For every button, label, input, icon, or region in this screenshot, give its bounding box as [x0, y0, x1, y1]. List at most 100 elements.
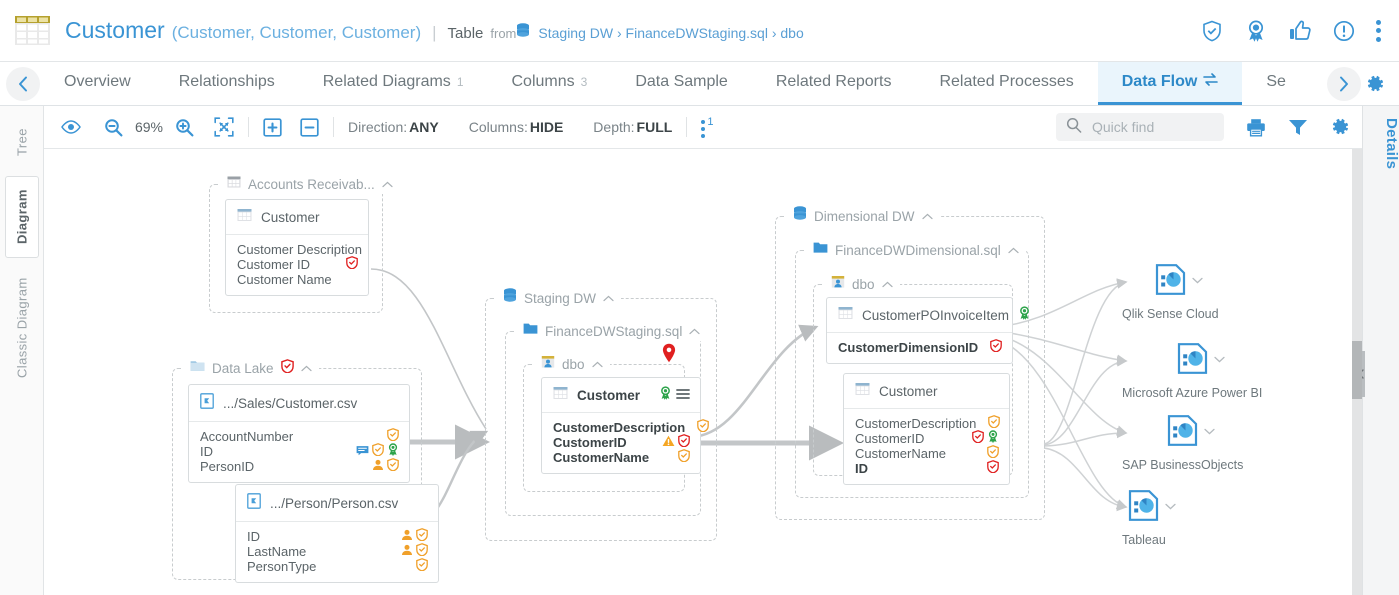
group-header[interactable]: FinanceDWDimensional.sql — [806, 240, 1026, 260]
chevron-down-icon[interactable] — [1192, 271, 1203, 289]
group-header[interactable]: Dimensional DW — [786, 206, 940, 226]
node-staging-customer[interactable]: Customer — [541, 377, 701, 474]
group-data-lake[interactable]: Data Lake .../Sales/Cus — [172, 368, 422, 580]
chevron-up-icon[interactable] — [922, 207, 933, 225]
tab-related-processes[interactable]: Related Processes — [915, 62, 1097, 105]
group-dimensional-dw-file[interactable]: FinanceDWDimensional.sql — [795, 250, 1029, 498]
chevron-down-icon[interactable] — [1214, 350, 1225, 368]
chevron-up-icon[interactable] — [603, 289, 614, 307]
node-customer-po-invoice-item[interactable]: CustomerPOInvoiceItem — [826, 297, 1013, 364]
chevron-up-icon[interactable] — [1008, 241, 1019, 259]
column-row[interactable]: PersonID — [200, 459, 399, 474]
depth-setting[interactable]: Depth:FULL — [593, 119, 672, 135]
tab-relationships[interactable]: Relationships — [155, 62, 299, 105]
toolbar-overflow-button[interactable]: 1 — [701, 117, 713, 138]
report-tableau[interactable]: Tableau — [1122, 489, 1166, 547]
group-staging-dw[interactable]: Staging DW FinanceDWStaging.sql — [485, 298, 717, 541]
chevron-up-icon[interactable] — [882, 275, 893, 293]
quick-find-box[interactable] — [1056, 113, 1224, 141]
node-header[interactable]: .../Person/Person.csv — [236, 485, 438, 522]
node-title: Customer — [577, 388, 640, 403]
view-tab-diagram[interactable]: Diagram — [5, 176, 39, 258]
node-columns: ID LastName — [236, 522, 438, 582]
tab-columns[interactable]: Columns 3 — [488, 62, 612, 105]
warning-circle-icon[interactable] — [1332, 19, 1356, 43]
report-sap-businessobjects[interactable]: SAP BusinessObjects — [1122, 414, 1243, 472]
breadcrumb[interactable]: Staging DW › FinanceDWStaging.sql › dbo — [538, 25, 803, 41]
canvas-scrollbar-thumb[interactable] — [1352, 341, 1362, 399]
chevron-up-icon[interactable] — [382, 175, 393, 193]
report-qlik-sense-cloud[interactable]: Qlik Sense Cloud — [1122, 263, 1219, 321]
column-row[interactable]: CustomerName — [553, 450, 690, 465]
view-tab-tree[interactable]: Tree — [5, 114, 39, 170]
page-settings-button[interactable] — [1361, 74, 1399, 94]
search-input[interactable] — [1090, 118, 1210, 136]
chevron-down-icon[interactable] — [1204, 422, 1215, 440]
group-header[interactable]: dbo — [824, 274, 900, 294]
tabs-scroll-right-button[interactable] — [1327, 67, 1361, 101]
expand-plus-icon[interactable] — [263, 118, 282, 137]
more-vertical-icon[interactable] — [1376, 20, 1381, 42]
report-label: Microsoft Azure Power BI — [1122, 386, 1262, 400]
group-staging-dw-schema[interactable]: dbo — [523, 364, 685, 492]
group-header[interactable]: FinanceDWStaging.sql — [516, 321, 707, 341]
zoom-out-icon[interactable] — [104, 118, 123, 137]
tab-data-sample[interactable]: Data Sample — [611, 62, 752, 105]
report-microsoft-azure-power-bi[interactable]: Microsoft Azure Power BI — [1122, 342, 1262, 400]
gear-icon[interactable] — [1330, 117, 1350, 137]
endorsement-award-icon[interactable] — [1244, 19, 1268, 43]
details-rail: Details — [1362, 106, 1399, 595]
column-row[interactable]: Customer Name — [237, 272, 358, 287]
chevron-up-icon[interactable] — [592, 355, 603, 373]
node-ar-customer[interactable]: Customer Customer Description Customer I… — [225, 199, 369, 296]
column-row[interactable]: PersonType — [247, 559, 428, 574]
group-header[interactable]: Accounts Receivab... — [220, 174, 400, 194]
tab-overview[interactable]: Overview — [40, 62, 155, 105]
node-dim-customer[interactable]: Customer CustomerDescription — [843, 373, 1010, 485]
canvas-vertical-scrollbar[interactable] — [1352, 149, 1362, 595]
tab-related-reports[interactable]: Related Reports — [752, 62, 916, 105]
details-panel-toggle[interactable]: Details — [1363, 118, 1399, 169]
group-dimensional-dw[interactable]: Dimensional DW FinanceDWDimensional.sql — [775, 216, 1045, 520]
print-icon[interactable] — [1246, 118, 1266, 137]
node-header[interactable]: Customer — [844, 374, 1009, 409]
column-row[interactable]: CustomerDimensionID — [838, 340, 1002, 355]
filter-icon[interactable] — [1288, 118, 1308, 136]
list-icon[interactable] — [676, 387, 690, 405]
diagram-canvas[interactable]: Accounts Receivab... Customer — [44, 149, 1362, 595]
node-header[interactable]: Customer — [226, 200, 368, 235]
node-header[interactable]: .../Sales/Customer.csv — [189, 385, 409, 422]
collapse-minus-icon[interactable] — [300, 118, 319, 137]
tab-data-flow[interactable]: Data Flow — [1098, 62, 1243, 105]
zoom-in-icon[interactable] — [175, 118, 194, 137]
fit-to-screen-icon[interactable] — [214, 117, 234, 137]
direction-setting[interactable]: Direction:ANY — [348, 119, 439, 135]
tab-related-diagrams[interactable]: Related Diagrams 1 — [299, 62, 488, 105]
eye-icon[interactable] — [60, 119, 82, 135]
report-pie-icon — [1127, 489, 1160, 527]
group-staging-dw-file[interactable]: FinanceDWStaging.sql — [505, 331, 701, 516]
certify-shield-icon[interactable] — [1200, 19, 1224, 43]
tab-security-clipped[interactable]: Se — [1242, 62, 1286, 105]
chevron-up-icon[interactable] — [301, 359, 312, 377]
column-row[interactable]: LastName — [247, 544, 428, 559]
group-header[interactable]: dbo — [534, 354, 610, 374]
column-row[interactable]: ID — [855, 461, 999, 476]
thumbs-up-icon[interactable] — [1288, 19, 1312, 43]
column-row[interactable]: Customer ID — [237, 257, 358, 272]
group-header[interactable]: Data Lake — [183, 358, 319, 378]
tab-count: 1 — [457, 75, 464, 89]
columns-setting[interactable]: Columns:HIDE — [469, 119, 564, 135]
group-header[interactable]: Staging DW — [496, 288, 621, 308]
node-header[interactable]: Customer — [542, 378, 700, 413]
group-accounts-receivable[interactable]: Accounts Receivab... Customer — [209, 184, 383, 313]
tabs-scroll-left-button[interactable] — [6, 67, 40, 101]
node-person-person-csv[interactable]: .../Person/Person.csv ID — [235, 484, 439, 583]
report-pie-icon — [1154, 263, 1187, 301]
node-header[interactable]: CustomerPOInvoiceItem — [827, 298, 1012, 333]
chevron-down-icon[interactable] — [1165, 497, 1176, 515]
node-sales-customer-csv[interactable]: .../Sales/Customer.csv AccountNumber ID — [188, 384, 410, 483]
group-dimensional-dw-schema[interactable]: dbo — [813, 284, 1013, 476]
view-tab-classic-diagram[interactable]: Classic Diagram — [5, 264, 39, 392]
chevron-up-icon[interactable] — [689, 322, 700, 340]
